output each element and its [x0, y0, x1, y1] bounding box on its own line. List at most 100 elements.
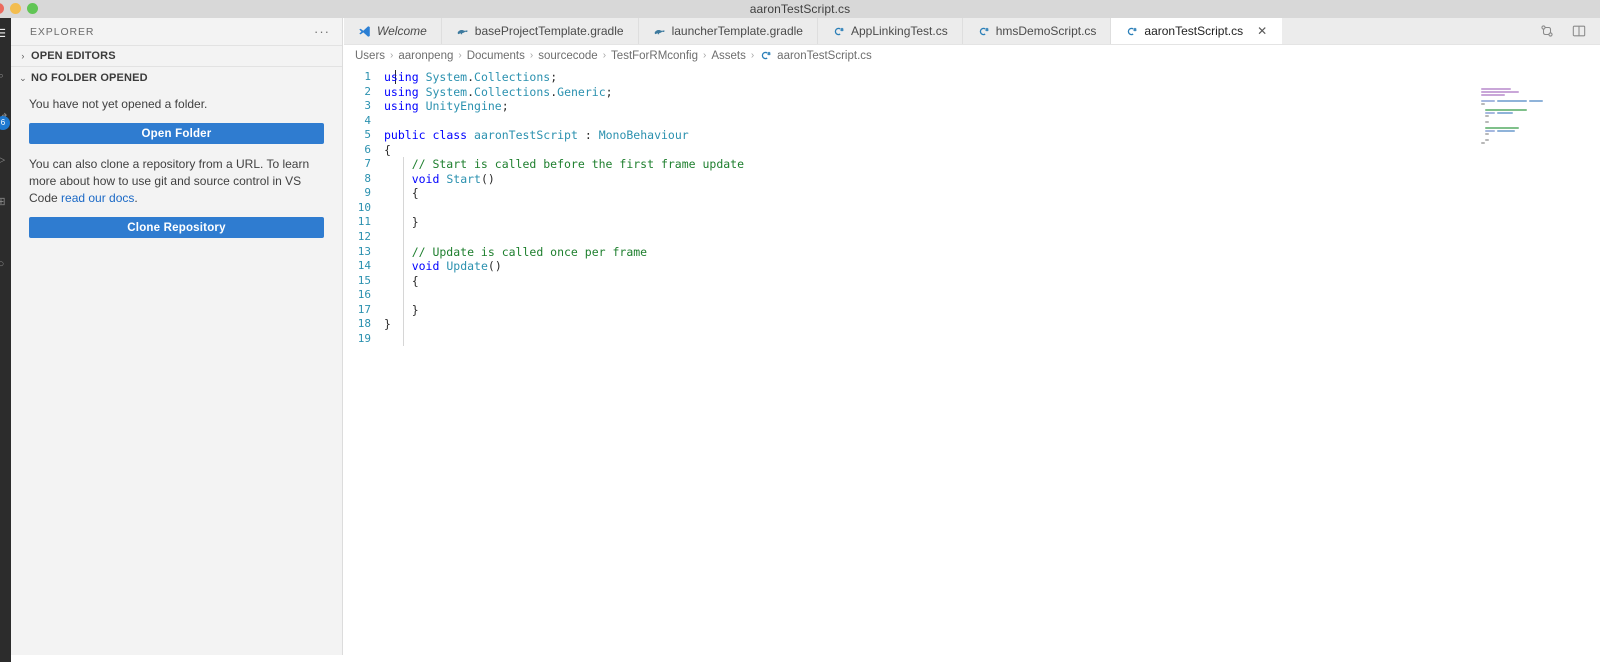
- code-token: Collections: [474, 70, 551, 84]
- breadcrumb-separator: ›: [529, 50, 534, 61]
- more-actions-icon[interactable]: ···: [314, 25, 330, 38]
- line-number: 13: [357, 244, 371, 258]
- breadcrumb-separator: ›: [458, 50, 462, 61]
- code-line: 10: [344, 201, 1600, 216]
- breadcrumb-item[interactable]: Users: [355, 50, 385, 62]
- breadcrumb-separator: ›: [702, 50, 707, 61]
- code-line: 15 {: [344, 274, 1600, 289]
- code-token: Collections: [474, 84, 551, 99]
- line-number: 17: [357, 302, 371, 316]
- code-line: 19: [344, 332, 1600, 347]
- breadcrumb-item[interactable]: Documents: [467, 50, 525, 62]
- minimap[interactable]: [1473, 88, 1545, 148]
- code-token: (): [487, 259, 502, 274]
- minimap-row: [1497, 130, 1515, 132]
- sidebar-section-open-editors[interactable]: › OPEN EDITORS: [11, 45, 342, 67]
- window-zoom-button[interactable]: [27, 3, 38, 14]
- activity-bar-item-search[interactable]: ⌕: [0, 70, 11, 83]
- code-token: .: [467, 70, 475, 84]
- gradle-icon: [456, 25, 469, 38]
- minimap-row: [1485, 127, 1519, 129]
- clone-repository-button[interactable]: Clone Repository: [29, 217, 324, 238]
- code-text: // Start is called before the first fram…: [384, 157, 744, 172]
- explorer-sidebar: EXPLORER ··· › OPEN EDITORS ⌄ NO FOLDER …: [11, 18, 343, 655]
- line-number: 2: [364, 84, 371, 98]
- code-token: public: [384, 128, 426, 143]
- editor-tab-hmsdemoscript-cs[interactable]: hmsDemoScript.cs: [962, 18, 1112, 44]
- line-number: 11: [357, 215, 371, 229]
- line-number: 15: [357, 273, 371, 287]
- code-token: using: [384, 84, 419, 99]
- code-line: 13 // Update is called once per frame: [344, 245, 1600, 260]
- editor-tab-welcome[interactable]: Welcome: [344, 18, 442, 44]
- window-traffic-lights: [0, 3, 38, 14]
- split-editor-icon[interactable]: [1572, 24, 1586, 38]
- code-line: 7 // Start is called before the first fr…: [344, 157, 1600, 172]
- code-token: Update: [446, 259, 488, 274]
- sidebar-header: EXPLORER ···: [11, 18, 342, 45]
- code-token: }: [384, 317, 391, 332]
- activity-bar-item-extensions[interactable]: ⊞: [0, 196, 11, 209]
- csharp-icon: [1128, 27, 1137, 35]
- code-text: using UnityEngine;: [384, 99, 509, 114]
- code-editor[interactable]: 1 using System.Collections; 2 using System.…: [344, 66, 1600, 662]
- line-number: 12: [357, 230, 371, 244]
- tab-close-icon[interactable]: ✕: [1257, 25, 1267, 37]
- code-line: 3 using UnityEngine;: [344, 99, 1600, 114]
- activity-bar-item-explorer[interactable]: ☰: [0, 28, 11, 41]
- accounts-icon: ○: [0, 258, 5, 270]
- breadcrumb-item[interactable]: aaronpeng: [398, 50, 453, 62]
- open-changes-icon[interactable]: [1540, 24, 1554, 38]
- minimap-row: [1481, 142, 1485, 144]
- code-token: aaronTestScript: [474, 128, 578, 143]
- editor-group: Welcome baseProjectTemplate.gradle launche…: [344, 18, 1600, 662]
- activity-bar-item-run-and-debug[interactable]: ▷: [0, 154, 11, 167]
- tab-label: aaronTestScript.cs: [1144, 24, 1244, 38]
- code-text: using System.Collections.Generic;: [384, 85, 613, 100]
- line-number: 5: [364, 128, 371, 142]
- code-line: 16: [344, 288, 1600, 303]
- minimap-row: [1481, 91, 1519, 93]
- editor-actions: [1526, 18, 1600, 44]
- code-token: using: [384, 70, 419, 84]
- code-line: 11 }: [344, 215, 1600, 230]
- code-lines: 1 using System.Collections; 2 using System.…: [344, 70, 1600, 346]
- code-token: System: [425, 84, 468, 99]
- breadcrumb-item[interactable]: TestForRMconfig: [611, 50, 698, 62]
- sidebar-section-no-folder-opened[interactable]: ⌄ NO FOLDER OPENED: [11, 67, 342, 89]
- minimap-row: [1485, 115, 1489, 117]
- code-token: ;: [501, 99, 509, 114]
- editor-tab-aarontestscript-cs[interactable]: aaronTestScript.cs ✕: [1111, 18, 1283, 44]
- open-folder-button[interactable]: Open Folder: [29, 123, 324, 144]
- window-minimize-button[interactable]: [10, 3, 21, 14]
- line-number: 8: [364, 171, 371, 185]
- code-token: .: [467, 84, 475, 99]
- search-icon: ⌕: [0, 70, 5, 82]
- tab-label: hmsDemoScript.cs: [995, 24, 1097, 38]
- code-token: Start: [446, 171, 481, 186]
- no-folder-message: You have not yet opened a folder.: [29, 97, 208, 111]
- code-text: using System.Collections;: [384, 70, 557, 85]
- breadcrumb-item[interactable]: Assets: [711, 50, 746, 62]
- tab-label: Welcome: [377, 24, 427, 38]
- code-token: {: [384, 186, 419, 201]
- activity-bar-item-accounts[interactable]: ○: [0, 258, 11, 271]
- breadcrumb-separator: ›: [390, 50, 394, 61]
- sidebar-section-label: NO FOLDER OPENED: [31, 72, 148, 84]
- breadcrumb-item[interactable]: sourcecode: [538, 50, 597, 62]
- editor-tab-baseprojecttemplate-gradle[interactable]: baseProjectTemplate.gradle: [441, 18, 639, 44]
- code-text: public class aaronTestScript : MonoBehav…: [384, 128, 689, 143]
- csharp-icon: [834, 27, 844, 35]
- editor-tab-applinkingtest-cs[interactable]: AppLinkingTest.cs: [817, 18, 963, 44]
- code-text: }: [384, 303, 419, 318]
- breadcrumb-item[interactable]: aaronTestScript.cs: [777, 50, 872, 62]
- line-number: 18: [357, 317, 371, 331]
- window-close-button[interactable]: [0, 3, 4, 14]
- csharp-icon: [1125, 25, 1138, 38]
- line-number: 6: [364, 142, 371, 156]
- editor-tab-launchertemplate-gradle[interactable]: launcherTemplate.gradle: [638, 18, 818, 44]
- read-our-docs-link[interactable]: read our docs: [61, 191, 134, 205]
- minimap-row: [1481, 103, 1485, 105]
